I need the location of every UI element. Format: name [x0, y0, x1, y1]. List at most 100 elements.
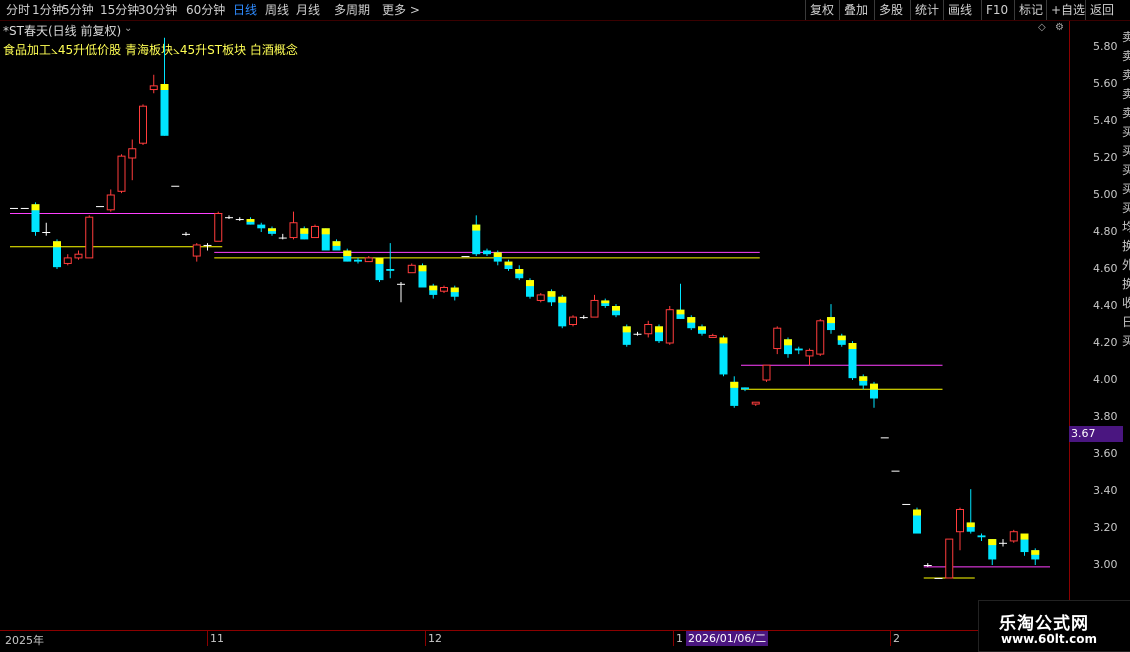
period-tab[interactable]: 5分钟 — [62, 2, 94, 18]
candle-body-down — [42, 232, 51, 233]
price-tick-label: 3.80 — [1093, 410, 1118, 423]
candle-body-up — [407, 264, 416, 274]
candle-signal-mark — [472, 224, 481, 231]
price-axis-divider — [1069, 21, 1070, 630]
candle-body-down — [923, 565, 932, 566]
quote-panel-label: 卖 — [1122, 87, 1130, 101]
toolbar-separator — [981, 0, 982, 20]
candle-body-up — [74, 253, 83, 259]
candle-signal-mark — [655, 326, 663, 333]
quote-panel-label: 外 — [1122, 258, 1130, 272]
candle-signal-mark — [1031, 550, 1040, 555]
quote-panel-label: 均 — [1122, 220, 1130, 234]
toolbar-button[interactable]: 复权 — [810, 2, 834, 18]
candle-signal-mark — [622, 326, 631, 333]
toolbar-button[interactable]: 多股 — [879, 2, 903, 18]
period-tab[interactable]: 1分钟 — [32, 2, 64, 18]
candle-body-down — [160, 84, 169, 136]
candle-body-up — [364, 257, 373, 263]
date-tick-label: 2025年 — [5, 634, 44, 647]
quote-panel-label: 买 — [1122, 163, 1130, 177]
candle-body-down — [182, 233, 190, 235]
toolbar-separator — [1085, 0, 1086, 20]
period-tab[interactable]: 日线 — [233, 2, 257, 18]
period-tab[interactable]: 30分钟 — [138, 2, 177, 18]
candle-body-up — [85, 216, 94, 259]
candle-body-down — [891, 470, 900, 472]
price-tick-label: 4.80 — [1093, 225, 1118, 238]
candle-signal-mark — [547, 291, 556, 297]
period-tab[interactable]: 月线 — [296, 2, 320, 18]
price-tick-label: 3.40 — [1093, 484, 1118, 497]
toolbar-button[interactable]: 返回 — [1090, 2, 1114, 18]
price-tick-label: 3.60 — [1093, 447, 1118, 460]
candle-signal-mark — [558, 296, 567, 303]
toolbar-separator — [943, 0, 944, 20]
candle-body-up — [816, 320, 825, 355]
toolbar-button[interactable]: +自选 — [1051, 2, 1085, 18]
toolbar-button[interactable]: 统计 — [915, 2, 939, 18]
quote-panel-label: 卖 — [1122, 106, 1130, 120]
price-tick-label: 5.60 — [1093, 77, 1118, 90]
date-tick — [673, 631, 674, 646]
candle-body-down — [461, 256, 470, 258]
period-tab[interactable]: 周线 — [265, 2, 289, 18]
candle-signal-mark — [784, 339, 792, 346]
candle-signal-mark — [870, 383, 878, 390]
candle-signal-mark — [418, 265, 427, 272]
candle-body-up — [128, 148, 137, 159]
candle-body-up — [117, 155, 126, 192]
candle-body-down — [171, 185, 180, 187]
toolbar-button[interactable]: 叠加 — [844, 2, 868, 18]
period-tab[interactable]: 60分钟 — [186, 2, 225, 18]
period-tab[interactable]: 15分钟 — [100, 2, 139, 18]
toolbar-separator — [910, 0, 911, 20]
toolbar-separator — [1046, 0, 1047, 20]
candle-body-down — [20, 207, 29, 209]
period-tab[interactable]: 分时 — [6, 2, 30, 18]
toolbar-button[interactable]: 标记 — [1019, 2, 1043, 18]
cursor-date-label: 2026/01/06/二 — [686, 631, 768, 646]
quote-panel-label: 换 — [1122, 239, 1130, 253]
period-tab[interactable]: 多周期 — [334, 2, 370, 18]
quote-panel: 卖卖卖卖卖买买买买买均换外换收日买 — [1122, 20, 1130, 630]
toolbar-separator — [1014, 0, 1015, 20]
quote-panel-label: 买 — [1122, 334, 1130, 348]
candle-body-up — [214, 213, 223, 242]
candle-body-up — [751, 401, 760, 405]
candle-body-down — [977, 535, 986, 538]
candle-signal-mark — [300, 228, 309, 234]
candle-signal-mark — [859, 376, 868, 381]
watermark-logo: 乐淘公式网 www.60lt.com — [978, 600, 1130, 652]
candle-signal-mark — [321, 228, 330, 235]
candlestick-chart[interactable] — [0, 20, 1069, 630]
candle-signal-mark — [913, 509, 921, 516]
candle-body-down — [225, 217, 233, 219]
date-tick — [207, 631, 208, 646]
candle-signal-mark — [343, 250, 352, 257]
candle-signal-mark — [988, 539, 997, 546]
price-tick-label: 5.20 — [1093, 151, 1118, 164]
candle-signal-mark — [827, 317, 835, 324]
period-tab[interactable]: 更多 > — [382, 2, 420, 18]
candle-body-up — [956, 509, 964, 533]
candle-body-down — [741, 387, 749, 390]
toolbar-button[interactable]: F10 — [986, 2, 1008, 18]
quote-panel-label: 卖 — [1122, 30, 1130, 44]
candle-signal-mark — [687, 317, 696, 323]
price-tick-label: 5.80 — [1093, 40, 1118, 53]
candle-signal-mark — [612, 306, 620, 311]
price-tick-label: 5.00 — [1093, 188, 1118, 201]
price-tick-label: 3.00 — [1093, 558, 1118, 571]
watermark-title: 乐淘公式网 — [999, 614, 1089, 634]
toolbar-button[interactable]: 画线 — [948, 2, 972, 18]
candle-signal-mark — [450, 287, 459, 293]
candle-body-down — [579, 317, 588, 319]
date-tick-label: 11 — [210, 632, 224, 645]
period-toolbar: 分时 1分钟 5分钟 15分钟 30分钟 60分钟 日线 周线 月线 多周期 更多 > 复权 叠加 多股统… — [0, 0, 1130, 21]
quote-panel-label: 换 — [1122, 277, 1130, 291]
candle-body-down — [934, 577, 943, 579]
candle-body-down — [483, 250, 491, 255]
date-tick — [425, 631, 426, 646]
candle-signal-mark — [429, 285, 438, 291]
